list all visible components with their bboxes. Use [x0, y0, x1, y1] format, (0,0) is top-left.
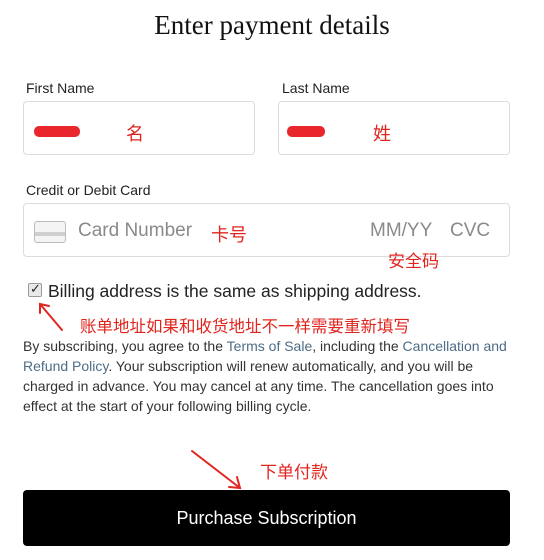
- terms-text-1: By subscribing, you agree to the: [23, 338, 227, 354]
- purchase-arrowhead-icon: [228, 476, 242, 490]
- cvc-annotation: 安全码: [388, 252, 439, 272]
- credit-card-icon: [34, 221, 66, 243]
- last-name-field[interactable]: 姓: [278, 101, 510, 155]
- first-name-annotation: 名: [126, 124, 144, 145]
- redacted-first-name: [34, 126, 80, 137]
- card-label: Credit or Debit Card: [26, 182, 151, 198]
- terms-text-2: , including the: [312, 338, 403, 354]
- expiry-input[interactable]: MM/YY: [370, 220, 432, 242]
- purchase-subscription-button[interactable]: Purchase Subscription: [23, 490, 510, 546]
- subscription-terms-text: By subscribing, you agree to the Terms o…: [23, 336, 513, 416]
- card-number-input[interactable]: Card Number: [78, 220, 192, 242]
- last-name-annotation: 姓: [373, 124, 391, 145]
- billing-arrowhead-icon: [39, 302, 50, 314]
- purchase-arrow-icon: [191, 450, 241, 489]
- terms-of-sale-link[interactable]: Terms of Sale: [227, 338, 313, 354]
- billing-same-label: Billing address is the same as shipping …: [48, 281, 422, 301]
- last-name-label: Last Name: [282, 80, 350, 96]
- billing-annotation: 账单地址如果和收货地址不一样需要重新填写: [80, 317, 410, 336]
- card-number-annotation: 卡号: [211, 225, 247, 246]
- first-name-field[interactable]: 名: [23, 101, 255, 155]
- checkmark-icon: ✓: [30, 281, 41, 296]
- purchase-annotation: 下单付款: [260, 463, 328, 483]
- redacted-last-name: [287, 126, 325, 137]
- page-title: Enter payment details: [154, 10, 390, 40]
- billing-same-checkbox[interactable]: ✓: [28, 281, 42, 297]
- cvc-input[interactable]: CVC: [450, 220, 490, 242]
- billing-arrow-icon: [39, 303, 63, 331]
- first-name-label: First Name: [26, 80, 95, 96]
